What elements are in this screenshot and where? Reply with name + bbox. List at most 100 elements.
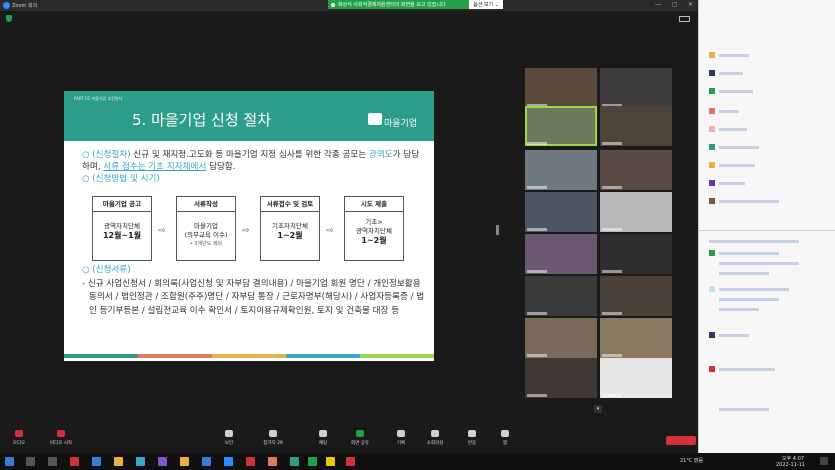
procedure-underline: 서류 접수는 기초 지자체에서 bbox=[103, 162, 207, 172]
file-explorer-icon[interactable] bbox=[180, 457, 189, 466]
participant-name bbox=[527, 354, 547, 357]
step-line: (의무교육 이수) bbox=[184, 231, 228, 239]
breakout-rooms-icon bbox=[431, 430, 439, 437]
chat-message bbox=[719, 334, 749, 337]
reactions-label: 반응 bbox=[467, 441, 477, 446]
video-tile[interactable] bbox=[600, 276, 672, 316]
weather-status[interactable]: 21°C 맑음 bbox=[680, 457, 703, 464]
encryption-shield-icon[interactable] bbox=[6, 15, 12, 22]
slide-title: 5. 마을기업 신청 절차 bbox=[132, 111, 272, 129]
excel-icon[interactable] bbox=[308, 457, 317, 466]
view-options-button[interactable]: 옵션 보기 ⌄ bbox=[469, 0, 503, 9]
view-layout-button[interactable] bbox=[679, 16, 690, 22]
maximize-icon[interactable]: ▢ bbox=[672, 1, 678, 8]
clock-time[interactable]: 오후 4:07 bbox=[782, 455, 804, 462]
avatar bbox=[709, 286, 715, 292]
taskbar-app-icon[interactable] bbox=[290, 457, 299, 466]
video-tile-active-speaker[interactable] bbox=[525, 106, 597, 146]
documents-list: - 신규 사업신청서 / 회의록(사업신청 및 자부담 결의내용) / 마을기업… bbox=[82, 278, 425, 316]
security-button[interactable]: 보안 bbox=[214, 430, 244, 452]
panel-resize-handle[interactable] bbox=[496, 225, 499, 235]
step-head: 마을기업 공고 bbox=[93, 197, 151, 212]
chat-message bbox=[719, 308, 759, 311]
start-video-button[interactable]: 비디오 시작 bbox=[44, 430, 78, 452]
search-icon[interactable] bbox=[26, 457, 35, 466]
breakout-rooms-button[interactable]: 소회의실 bbox=[420, 430, 450, 452]
taskbar-app-icon[interactable] bbox=[246, 457, 255, 466]
video-tile[interactable] bbox=[525, 68, 597, 108]
chat-message bbox=[719, 182, 745, 185]
video-label: 비디오 시작 bbox=[49, 441, 73, 446]
video-tile[interactable] bbox=[600, 358, 672, 398]
video-tile[interactable] bbox=[525, 358, 597, 398]
participant-name bbox=[602, 312, 622, 315]
minimize-icon[interactable]: — bbox=[655, 1, 661, 8]
notification-icon[interactable] bbox=[820, 457, 828, 465]
chat-message bbox=[719, 200, 779, 203]
participant-name bbox=[527, 142, 547, 145]
reactions-icon bbox=[468, 430, 476, 437]
video-tile[interactable] bbox=[600, 318, 672, 358]
audio-button[interactable]: 오디오 bbox=[4, 430, 34, 452]
video-tile[interactable] bbox=[525, 276, 597, 316]
procedure-marker: ○ (신청절차) bbox=[82, 150, 131, 160]
kakaotalk-icon[interactable] bbox=[326, 457, 335, 466]
step-line: 마을기업 bbox=[194, 222, 218, 230]
chat-message bbox=[719, 72, 743, 75]
share-screen-button[interactable]: 화면 공유 bbox=[345, 430, 375, 452]
slide-header: PART 01 마을기업 추진절차 5. 마을기업 신청 절차 마을기업 bbox=[64, 91, 434, 141]
slide-part-label: PART 01 마을기업 추진절차 bbox=[74, 96, 123, 101]
arrow-icon: ⇨ bbox=[326, 226, 334, 236]
avatar bbox=[709, 144, 715, 150]
clock-date[interactable]: 2022-11-11 bbox=[776, 462, 805, 468]
start-menu-icon[interactable] bbox=[5, 457, 14, 466]
edge-browser-icon[interactable] bbox=[92, 457, 101, 466]
arrow-icon: ⇨ bbox=[158, 226, 166, 236]
avatar bbox=[709, 180, 715, 186]
chrome-browser-icon[interactable] bbox=[114, 457, 123, 466]
zoom-taskbar-icon[interactable] bbox=[224, 457, 233, 466]
chat-message bbox=[719, 110, 739, 113]
window-title: Zoom 회의 bbox=[12, 3, 38, 9]
taskbar-app-icon[interactable] bbox=[136, 457, 145, 466]
shield-icon bbox=[225, 430, 233, 437]
microphone-icon bbox=[15, 430, 23, 437]
chat-divider bbox=[699, 230, 835, 231]
video-tile[interactable] bbox=[600, 150, 672, 190]
taskbar-app-icon[interactable] bbox=[268, 457, 277, 466]
video-tile[interactable] bbox=[525, 318, 597, 358]
taskbar-app-icon[interactable] bbox=[202, 457, 211, 466]
record-button[interactable]: 기록 bbox=[386, 430, 416, 452]
video-tile[interactable] bbox=[600, 106, 672, 146]
video-tile[interactable] bbox=[600, 192, 672, 232]
apps-button[interactable]: 앱 bbox=[490, 430, 520, 452]
powerpoint-icon[interactable] bbox=[346, 457, 355, 466]
shared-screen: PART 01 마을기업 추진절차 5. 마을기업 신청 절차 마을기업 ○ (… bbox=[64, 91, 434, 361]
task-view-icon[interactable] bbox=[48, 457, 57, 466]
taskbar-app-icon[interactable] bbox=[70, 457, 79, 466]
chat-icon bbox=[319, 430, 327, 437]
gallery-next-page-button[interactable]: ▾ bbox=[594, 405, 602, 413]
participant-name bbox=[602, 354, 622, 357]
step-box: 마을기업 공고 광역자치단체 12월~1월 bbox=[92, 196, 152, 261]
chat-message bbox=[719, 368, 775, 371]
taskbar-app-icon[interactable] bbox=[158, 457, 167, 466]
footer-segment bbox=[212, 354, 286, 358]
video-tile[interactable] bbox=[525, 150, 597, 190]
video-tile[interactable] bbox=[525, 234, 597, 274]
video-tile[interactable] bbox=[600, 234, 672, 274]
chat-message bbox=[719, 262, 799, 265]
video-tile[interactable] bbox=[525, 192, 597, 232]
participants-button[interactable]: 참가자 29 bbox=[258, 430, 288, 452]
window-titlebar: Zoom 회의 화상식 사회적경제지원센터의 화면을 보고 있습니다 옵션 보기… bbox=[0, 0, 698, 11]
reactions-button[interactable]: 반응 bbox=[457, 430, 487, 452]
video-tile[interactable] bbox=[600, 68, 672, 108]
chat-button[interactable]: 채팅 bbox=[308, 430, 338, 452]
end-meeting-button[interactable] bbox=[666, 436, 696, 445]
participant-name bbox=[602, 228, 622, 231]
close-icon[interactable]: ✕ bbox=[688, 1, 693, 8]
avatar bbox=[709, 198, 715, 204]
windows-taskbar: 21°C 맑음 오후 4:07 2022-11-11 bbox=[0, 453, 835, 470]
step-period: 1~2월 bbox=[361, 236, 387, 245]
step-line: 광역자치단체 bbox=[356, 227, 392, 235]
